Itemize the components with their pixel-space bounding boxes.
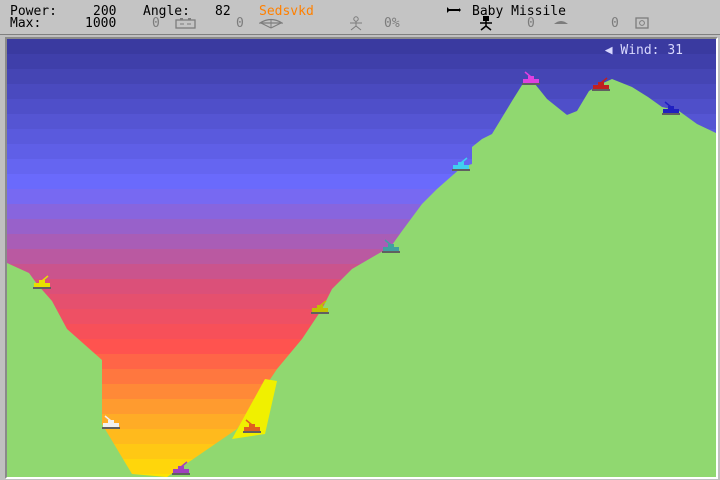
fuel-percent: 0% [384, 16, 400, 31]
wind-indicator: ◀ Wind: 31 [605, 43, 683, 58]
max-label: Max: [10, 16, 42, 31]
shield-person-icon[interactable] [478, 16, 494, 31]
angle-label: Angle: [143, 4, 190, 19]
status-bar: Power: 200 Angle: 82 Sedsvkd Baby Missil… [0, 0, 720, 35]
selector-count: 0 [611, 16, 619, 31]
max-value: 1000 [85, 16, 117, 31]
battlefield[interactable]: ◀ Wind: 31 [5, 37, 718, 479]
battery-count: 0 [152, 16, 160, 31]
shield-count: 0 [527, 16, 535, 31]
terrain-canvas[interactable] [7, 39, 716, 477]
missile-icon [447, 7, 461, 13]
parachute-icon[interactable] [259, 18, 283, 29]
tracer-icon[interactable] [553, 19, 569, 25]
parachute-count: 0 [236, 16, 244, 31]
wind-label: Wind: 31 [620, 43, 683, 58]
battery-icon[interactable] [175, 18, 197, 29]
angle-value[interactable]: 82 [215, 5, 231, 18]
wind-arrow-icon: ◀ [604, 43, 613, 58]
fuel-person-icon[interactable] [348, 16, 364, 31]
player-name: Sedsvkd [259, 4, 314, 19]
trigger-icon[interactable] [635, 17, 649, 29]
